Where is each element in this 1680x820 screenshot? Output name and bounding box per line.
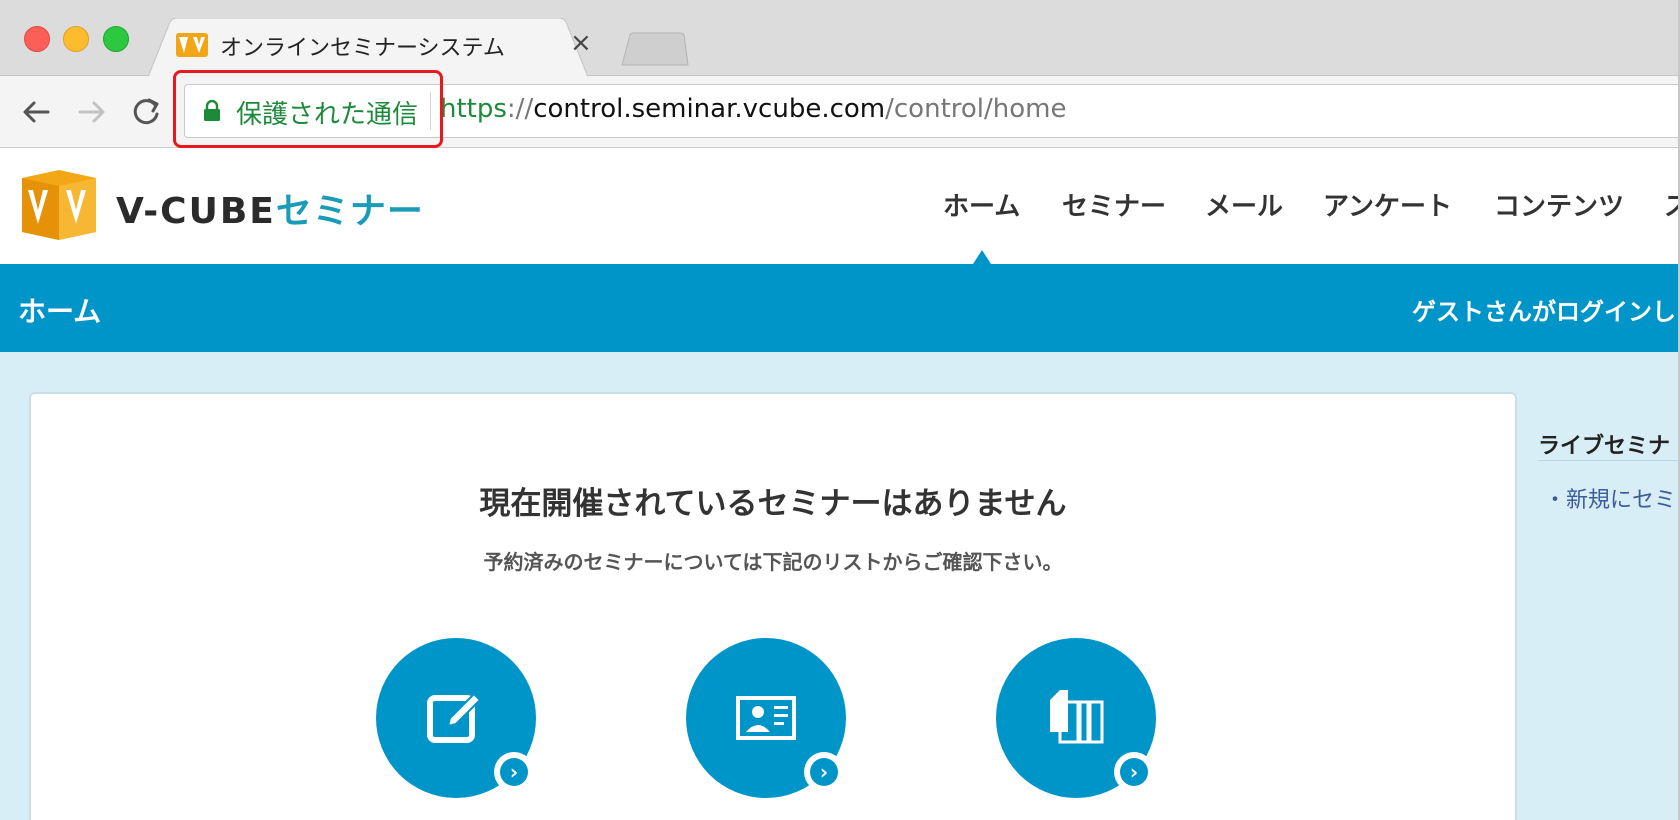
logo-accent: セミナー bbox=[275, 191, 424, 232]
nav-mail[interactable]: メール bbox=[1205, 186, 1283, 223]
no-seminar-headline: 現在開催されているセミナーはありません bbox=[479, 486, 1067, 522]
tab-title: オンラインセミナーシステム bbox=[220, 36, 505, 61]
logo-brand: V-CUBE bbox=[116, 191, 276, 232]
chevron-right-icon: › bbox=[804, 752, 844, 792]
login-status: ゲストさんがログインし bbox=[1412, 298, 1676, 326]
chevron-right-icon: › bbox=[494, 752, 534, 792]
tab-close-icon[interactable]: × bbox=[570, 30, 592, 56]
create-seminar-button[interactable]: › bbox=[376, 638, 536, 798]
url-separator: :// bbox=[506, 94, 534, 124]
id-card-icon bbox=[736, 696, 796, 740]
no-seminar-subtext: 予約済みのセミナーについては下記のリストからご確認下さい。 bbox=[483, 550, 1063, 574]
reload-icon[interactable] bbox=[128, 94, 164, 130]
back-arrow-icon[interactable] bbox=[18, 94, 54, 130]
page-title: ホーム bbox=[18, 295, 102, 328]
chevron-right-icon: › bbox=[1114, 752, 1154, 792]
sidebar-new-seminar-link[interactable]: ・新規にセミ bbox=[1544, 482, 1676, 514]
url-text[interactable]: https://control.seminar.vcube.com/contro… bbox=[440, 94, 1066, 124]
url-path: /control/home bbox=[885, 94, 1067, 124]
browser-window: オンラインセミナーシステム × 保護された通信 https://control.… bbox=[0, 0, 1680, 820]
close-window-button[interactable] bbox=[24, 26, 50, 52]
maximize-window-button[interactable] bbox=[103, 26, 129, 52]
edit-icon bbox=[427, 692, 482, 743]
documents-icon bbox=[1050, 690, 1104, 744]
forward-arrow-icon[interactable] bbox=[74, 94, 110, 130]
nav-more[interactable]: ス bbox=[1664, 186, 1680, 223]
secure-connection-highlight bbox=[173, 70, 443, 148]
sidebar-divider bbox=[1538, 460, 1680, 461]
vcube-logo-icon[interactable] bbox=[16, 168, 102, 242]
nav-survey[interactable]: アンケート bbox=[1323, 186, 1452, 223]
documents-button[interactable]: › bbox=[996, 638, 1156, 798]
nav-home[interactable]: ホーム bbox=[943, 186, 1020, 223]
active-nav-indicator bbox=[973, 250, 991, 264]
new-tab-button[interactable] bbox=[620, 32, 690, 66]
site-logo-text: V-CUBEセミナー bbox=[116, 182, 424, 234]
url-host: control.seminar.vcube.com bbox=[533, 94, 886, 124]
vcube-favicon-icon bbox=[176, 33, 208, 57]
sidebar-title: ライブセミナ bbox=[1538, 434, 1671, 459]
participant-button[interactable]: › bbox=[686, 638, 846, 798]
nav-contents[interactable]: コンテンツ bbox=[1494, 186, 1624, 223]
nav-seminar[interactable]: セミナー bbox=[1062, 186, 1166, 223]
minimize-window-button[interactable] bbox=[63, 26, 89, 52]
url-scheme: https bbox=[440, 94, 507, 124]
